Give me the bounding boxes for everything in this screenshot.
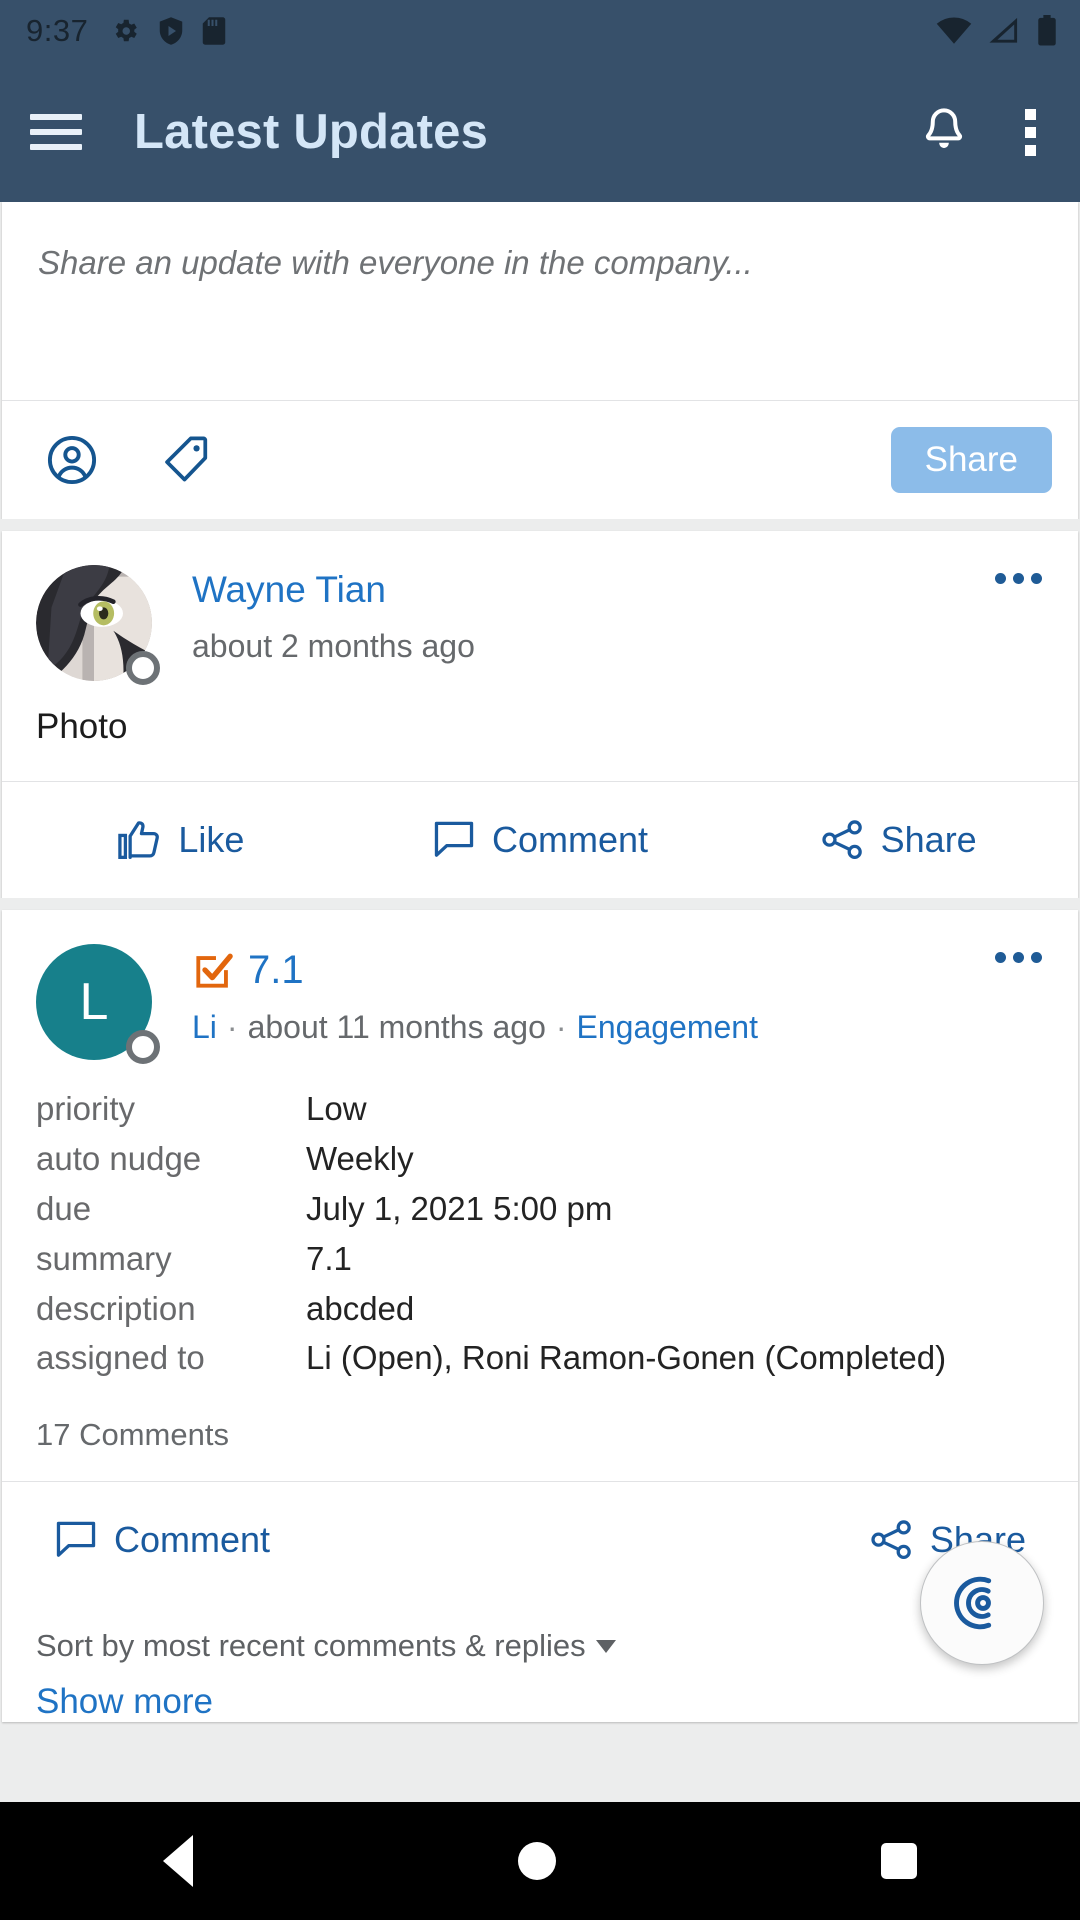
share-button-label: Share	[880, 819, 977, 860]
composer-share-button[interactable]: Share	[890, 427, 1052, 493]
task-field-label: summary	[36, 1239, 172, 1277]
task-field-value: Li (Open), Roni Ramon-Gonen (Completed)	[306, 1339, 947, 1377]
status-bar-notification-icons	[110, 16, 226, 46]
task-field-label: description	[36, 1289, 196, 1327]
task-field-value: Weekly	[306, 1139, 414, 1177]
post-overflow-menu-icon[interactable]	[995, 952, 1042, 963]
checkbox-checked-icon	[196, 953, 233, 988]
task-author-link[interactable]: Li	[192, 1009, 217, 1045]
spiral-target-icon	[954, 1576, 992, 1630]
task-field-value: abcded	[306, 1289, 415, 1327]
composer-input[interactable]: Share an update with everyone in the com…	[2, 202, 1078, 400]
task-field-row: auto nudge Weekly	[36, 1134, 1044, 1184]
task-fields-list: priority Low auto nudge Weekly due July …	[2, 1060, 1078, 1383]
android-navigation-bar	[0, 1802, 1080, 1920]
task-field-row: priority Low	[36, 1084, 1044, 1134]
show-more-link[interactable]: Show more	[2, 1670, 1078, 1722]
comment-sort-label: Sort by most recent comments & replies	[36, 1628, 586, 1664]
post-card-task-update: L 7.1 Li · about 11 months ago · Engagement	[2, 910, 1078, 1723]
floating-action-button[interactable]	[920, 1541, 1044, 1665]
avatar[interactable]	[36, 565, 160, 685]
share-button[interactable]: Share	[719, 819, 1078, 861]
comment-bubble-icon	[56, 1521, 96, 1558]
task-field-label: due	[36, 1189, 92, 1227]
post-actions-row: Like Comment Share	[2, 782, 1078, 898]
thumbs-up-icon	[118, 821, 160, 859]
post-body-text: Photo	[36, 707, 128, 746]
play-shield-icon	[160, 17, 183, 45]
gear-icon	[116, 19, 138, 42]
wifi-icon	[936, 17, 972, 44]
task-title[interactable]: 7.1	[248, 948, 304, 993]
task-subline: Li · about 11 months ago · Engagement	[192, 1009, 758, 1045]
task-field-value: Low	[306, 1090, 367, 1127]
avatar[interactable]: L	[36, 944, 160, 1064]
post-author-name[interactable]: Wayne Tian	[192, 569, 1044, 612]
task-field-row: due July 1, 2021 5:00 pm	[36, 1184, 1044, 1234]
status-bar-clock: 9:37	[26, 13, 89, 48]
task-actions-row: Comment Share	[2, 1482, 1078, 1598]
hamburger-menu-icon[interactable]	[30, 114, 82, 150]
task-field-label: auto nudge	[36, 1139, 202, 1177]
comment-button[interactable]: Comment	[54, 1519, 270, 1561]
phone-screen: 9:37 Latest Updates Share an update with…	[0, 0, 1080, 1920]
kebab-menu-icon[interactable]	[1024, 108, 1036, 156]
post-overflow-menu-icon[interactable]	[995, 573, 1042, 584]
comment-button-label: Comment	[491, 819, 649, 860]
update-composer-card: Share an update with everyone in the com…	[2, 202, 1078, 519]
card-separator	[0, 519, 1080, 531]
share-nodes-icon	[822, 820, 862, 859]
task-field-label: assigned to	[36, 1339, 205, 1377]
task-timestamp: about 11 months ago	[247, 1009, 546, 1045]
app-toolbar: Latest Updates	[0, 62, 1080, 202]
post-timestamp: about 2 months ago	[192, 627, 475, 664]
task-post-header: L 7.1 Li · about 11 months ago · Engagement	[2, 910, 1078, 1064]
comments-count[interactable]: 17 Comments	[2, 1383, 1078, 1481]
share-nodes-icon	[871, 1520, 911, 1560]
avatar-status-badge	[126, 1030, 160, 1064]
card-separator-2	[0, 898, 1080, 910]
triangle-back-icon[interactable]	[162, 1835, 193, 1887]
task-field-value: July 1, 2021 5:00 pm	[306, 1189, 613, 1227]
post-header: Wayne Tian about 2 months ago	[2, 531, 1078, 685]
task-category-link[interactable]: Engagement	[577, 1009, 758, 1045]
bell-icon[interactable]	[920, 106, 968, 158]
composer-toolbar: Share	[2, 401, 1078, 519]
task-field-row: description abcded	[36, 1284, 1044, 1334]
battery-icon	[1038, 15, 1056, 46]
avatar-status-badge	[126, 651, 160, 685]
status-bar-system-icons	[936, 15, 1058, 47]
comment-button[interactable]: Comment	[361, 819, 720, 861]
circle-home-icon[interactable]	[517, 1842, 556, 1880]
comment-sort-dropdown[interactable]: Sort by most recent comments & replies	[2, 1598, 1078, 1670]
task-field-row: summary 7.1	[36, 1234, 1044, 1284]
like-button-label: Like	[178, 819, 245, 860]
like-button[interactable]: Like	[2, 819, 361, 861]
post-card-photo-update: Wayne Tian about 2 months ago Photo Like	[2, 531, 1078, 898]
task-field-value: 7.1	[306, 1239, 352, 1277]
sd-card-icon	[203, 17, 226, 45]
comment-button-label: Comment	[114, 1519, 271, 1561]
person-circle-icon[interactable]	[46, 434, 98, 486]
comment-bubble-icon	[434, 821, 474, 857]
tag-icon[interactable]	[160, 434, 214, 486]
chevron-down-icon	[595, 1639, 616, 1653]
task-field-row: assigned to Li (Open), Roni Ramon-Gonen …	[36, 1333, 1044, 1383]
task-field-label: priority	[36, 1090, 136, 1127]
square-recents-icon[interactable]	[881, 1843, 918, 1879]
status-bar: 9:37	[0, 0, 1080, 62]
cellular-signal-icon	[989, 17, 1018, 43]
page-title: Latest Updates	[134, 105, 489, 159]
